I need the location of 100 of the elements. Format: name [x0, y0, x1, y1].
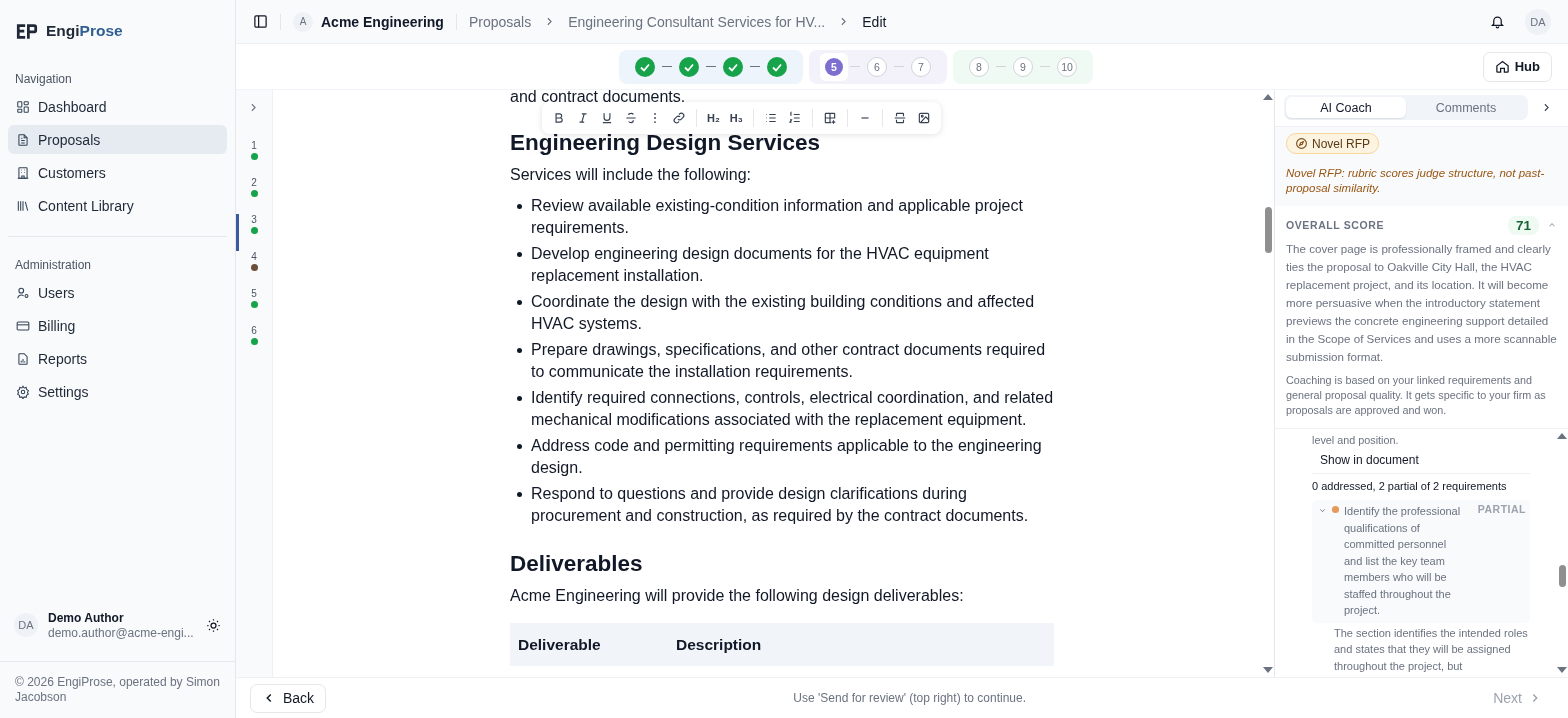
step[interactable]: 7 [911, 56, 931, 77]
copyright-text: © 2026 EngiProse, operated by Simon Jacobson [0, 661, 235, 718]
requirement-text: Identify the professional qualifications of committed personnel and list the key team members who will be staffed throughout the project. [1344, 504, 1462, 618]
detail-text: level and position. [1312, 434, 1400, 446]
body-paragraph: Services will include the following: [510, 165, 752, 185]
sidebar-item[interactable]: Content Library [8, 191, 227, 220]
logo-icon [16, 22, 38, 40]
org-name[interactable]: Acme Engineering [321, 13, 444, 30]
brand-name: EngiProse [46, 22, 123, 40]
show-in-document-button[interactable]: Show in document [1312, 446, 1427, 473]
step[interactable]: 10 [1057, 56, 1077, 77]
outline-item[interactable]: 2 [236, 177, 272, 214]
section-heading: Engineering Design Services [510, 129, 822, 157]
bullet-list-icon[interactable] [763, 111, 778, 125]
list-item: Prepare drawings, specifications, and other contract documents required to communicate the installation requirements. [531, 340, 1047, 382]
user-name: Demo Author [48, 610, 125, 625]
requirement-explanation: The section identifies the intended roles and states that they will be assigned throughout the project, but [1333, 625, 1529, 674]
sidebar-item[interactable]: Users [8, 278, 227, 307]
nav-icon [16, 384, 30, 399]
body-paragraph: and contract documents. [510, 90, 687, 107]
disclaimer-text: Coaching is based on your linked requirements and general proposal quality. It gets specific to your firm as proposals are approved and won. [1286, 373, 1547, 418]
column-header: Deliverable [518, 635, 602, 654]
bold-icon[interactable] [552, 111, 566, 125]
home-icon [1494, 59, 1510, 74]
sidebar-item[interactable]: Dashboard [8, 92, 227, 121]
bell-icon[interactable] [1490, 14, 1505, 29]
outline-item[interactable]: 6 [236, 325, 272, 362]
org-avatar: A [293, 11, 313, 32]
table-insert-icon[interactable] [822, 111, 837, 125]
completed-step-icon[interactable] [767, 56, 787, 77]
nav-icon [16, 99, 30, 114]
nav-icon [16, 165, 30, 180]
sidebar-item[interactable]: Billing [8, 311, 227, 340]
novel-badge: Novel RFP [1286, 133, 1379, 154]
breadcrumb-link[interactable]: Proposals [468, 13, 532, 30]
requirements-summary: 0 addressed, 2 partial of 2 requirements [1312, 480, 1508, 492]
step[interactable]: 5 [825, 57, 843, 76]
hub-button[interactable]: Hub [1482, 51, 1552, 82]
breadcrumb-link[interactable]: Edit [862, 13, 887, 30]
chevron-icon[interactable] [1318, 506, 1327, 515]
outline-item[interactable]: 5 [236, 288, 272, 325]
column-header: Description [676, 635, 763, 654]
list-item: Identify required connections, controls, electrical coordination, and related mechanical modifications associated with the replacement equipment. [531, 388, 1054, 430]
nav-icon [16, 132, 30, 147]
sidebar-item[interactable]: Reports [8, 344, 227, 373]
heading-button[interactable]: H₃ [729, 112, 743, 124]
score-summary: The cover page is professionally framed and clearly ties the proposal to Oakville City Hall, the HVAC replacement project, and its location. It will become more persuasive when the introductory statement previews the concrete engineering support detailed in the Scope of Services and uses a more scannable submission format. [1286, 241, 1557, 365]
numbered-list-icon[interactable] [787, 111, 802, 125]
list-item: Review available existing-condition information and applicable project requirements. [531, 196, 1024, 238]
completed-step-icon[interactable] [635, 56, 655, 77]
score-value: 71 [1507, 215, 1539, 235]
hint-text: Use 'Send for review' (top right) to continue. [792, 691, 1027, 705]
page-break-icon[interactable] [892, 111, 907, 125]
user-email: demo.author@acme-engi... [48, 625, 195, 640]
status-label: PARTIAL [1477, 503, 1526, 515]
list-item: Develop engineering design documents for the HVAC equipment replacement installation. [531, 244, 990, 286]
image-icon[interactable] [916, 111, 931, 125]
list-item: Respond to questions and provide design clarifications during procurement and construction, as required by the contract documents. [531, 484, 1030, 526]
sidebar-item[interactable]: Customers [8, 158, 227, 187]
body-paragraph: Acme Engineering will provide the following design deliverables: [510, 586, 965, 606]
bullet-icon [517, 492, 522, 497]
sidebar-item[interactable]: Settings [8, 377, 227, 406]
step[interactable]: 8 [969, 56, 989, 77]
nav-icon [16, 351, 30, 366]
section-title: Administration [14, 258, 93, 272]
step[interactable]: 9 [1013, 56, 1033, 77]
sidebar-toggle-icon[interactable] [253, 14, 268, 29]
link-icon[interactable] [672, 111, 686, 125]
underline-icon[interactable] [600, 111, 614, 125]
bullet-icon [517, 444, 522, 449]
section-heading: Deliverables [510, 550, 644, 578]
nav-icon [16, 318, 30, 333]
outline-item[interactable]: 1 [236, 140, 272, 177]
heading-button[interactable]: H₂ [707, 112, 720, 124]
completed-step-icon[interactable] [723, 56, 743, 77]
user-avatar[interactable]: DA [1525, 8, 1551, 35]
bullet-icon [517, 300, 522, 305]
nav-icon [16, 198, 30, 213]
sidebar-item[interactable]: Proposals [8, 125, 227, 154]
panel-tab[interactable]: Comments [1406, 97, 1526, 118]
section-title: Navigation [14, 72, 73, 86]
outline-item[interactable]: 4 [236, 251, 272, 288]
user-avatar: DA [14, 613, 38, 637]
bullet-icon [517, 396, 522, 401]
list-item: Address code and permitting requirements applicable to the engineering design. [531, 436, 1043, 478]
bullet-icon [517, 252, 522, 257]
nav-icon [16, 285, 30, 300]
sun-icon[interactable] [206, 617, 221, 633]
notice-text: Novel RFP: rubric scores judge structure, not past-proposal similarity. [1286, 166, 1546, 196]
score-label: OVERALL SCORE [1286, 219, 1385, 231]
requirement-card[interactable]: Identify the professional qualifications of committed personnel and list the key team members who will be staffed throughout the project. PARTIAL [1312, 500, 1530, 623]
step[interactable]: 6 [867, 56, 887, 77]
breadcrumb-link[interactable]: Engineering Consultant Services for HV... [568, 13, 826, 30]
back-button[interactable]: Back [250, 683, 327, 713]
strikethrough-icon[interactable] [624, 111, 638, 125]
bullet-icon [517, 348, 522, 353]
panel-tab[interactable]: AI Coach [1286, 97, 1406, 118]
completed-step-icon[interactable] [679, 56, 699, 77]
list-item: Coordinate the design with the existing building conditions and affected HVAC systems. [531, 292, 1036, 334]
bullet-icon [517, 204, 522, 209]
